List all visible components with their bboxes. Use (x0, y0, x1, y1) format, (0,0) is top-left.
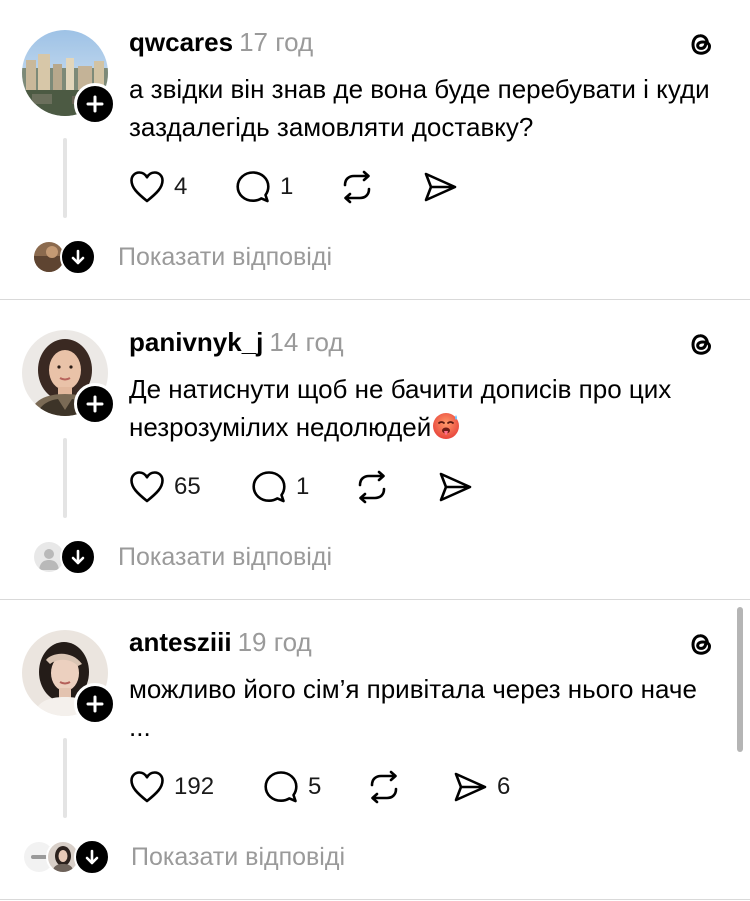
comment-post: panivnyk_j 14 год Де натиснути щоб не бач… (0, 300, 750, 600)
heart-icon (130, 771, 164, 803)
hot-face-emoji (431, 411, 461, 451)
follow-button[interactable] (74, 383, 116, 425)
plus-icon (86, 395, 104, 413)
post-header: panivnyk_j 14 год (129, 327, 344, 357)
like-count: 65 (174, 473, 201, 500)
comment-post: qwcares 17 год а звідки він знав де вона … (0, 0, 750, 300)
post-header: antesziii 19 год (129, 627, 312, 657)
comment-bubble-icon (264, 771, 298, 803)
arrow-down-icon (71, 249, 85, 265)
expand-replies-button[interactable] (60, 539, 96, 575)
username[interactable]: antesziii (129, 627, 232, 657)
like-button[interactable]: 192 (129, 767, 214, 807)
arrow-down-icon (85, 849, 99, 865)
share-button[interactable]: 6 (452, 767, 510, 807)
comment-bubble-icon (236, 171, 270, 203)
comment-button[interactable]: 5 (263, 767, 321, 807)
share-count: 6 (497, 773, 511, 800)
show-replies-link[interactable]: Показати відповіді (118, 241, 332, 273)
post-text: а звідки він знав де вона буде перебуват… (129, 74, 710, 142)
plus-icon (86, 695, 104, 713)
heart-icon (130, 171, 164, 203)
timestamp: 17 год (239, 27, 314, 57)
send-icon (439, 472, 472, 502)
threads-logo-icon[interactable] (683, 26, 719, 62)
like-button[interactable]: 65 (129, 467, 201, 507)
expand-replies-button[interactable] (74, 839, 110, 875)
comment-bubble-icon (252, 471, 286, 503)
repost-icon (370, 770, 398, 804)
share-button[interactable] (437, 467, 473, 507)
send-icon (454, 772, 487, 802)
comment-button[interactable]: 1 (235, 167, 293, 207)
like-button[interactable]: 4 (129, 167, 187, 207)
arrow-down-icon (71, 549, 85, 565)
send-icon (424, 172, 457, 202)
thread-line (63, 138, 67, 218)
username[interactable]: qwcares (129, 27, 233, 57)
comment-count: 1 (280, 173, 294, 200)
show-replies-link[interactable]: Показати відповіді (118, 541, 332, 573)
like-count: 4 (174, 173, 188, 200)
repost-icon (343, 170, 371, 204)
repost-button[interactable] (366, 767, 402, 807)
divider (0, 899, 750, 900)
comment-post: antesziii 19 год можливо його сім’я приві… (0, 600, 750, 900)
post-text: Де натиснути щоб не бачити дописів про ц… (129, 370, 719, 451)
post-text-content: Де натиснути щоб не бачити дописів про ц… (129, 374, 672, 442)
plus-icon (86, 95, 104, 113)
threads-logo-icon[interactable] (683, 326, 719, 362)
show-replies-link[interactable]: Показати відповіді (131, 841, 345, 873)
expand-replies-button[interactable] (60, 239, 96, 275)
timestamp: 19 год (237, 627, 312, 657)
username[interactable]: panivnyk_j (129, 327, 263, 357)
post-header: qwcares 17 год (129, 27, 313, 57)
follow-button[interactable] (74, 683, 116, 725)
scrollbar[interactable] (737, 607, 743, 752)
threads-logo-icon[interactable] (683, 626, 719, 662)
thread-line (63, 738, 67, 818)
timestamp: 14 год (269, 327, 344, 357)
share-button[interactable] (422, 167, 458, 207)
comment-button[interactable]: 1 (251, 467, 309, 507)
repost-button[interactable] (354, 467, 390, 507)
repost-icon (358, 470, 386, 504)
comment-count: 5 (308, 773, 322, 800)
comment-count: 1 (296, 473, 310, 500)
like-count: 192 (174, 773, 215, 800)
thread-line (63, 438, 67, 518)
heart-icon (130, 471, 164, 503)
post-text: можливо його сім’я привітала через нього… (129, 674, 697, 742)
repost-button[interactable] (339, 167, 375, 207)
follow-button[interactable] (74, 83, 116, 125)
